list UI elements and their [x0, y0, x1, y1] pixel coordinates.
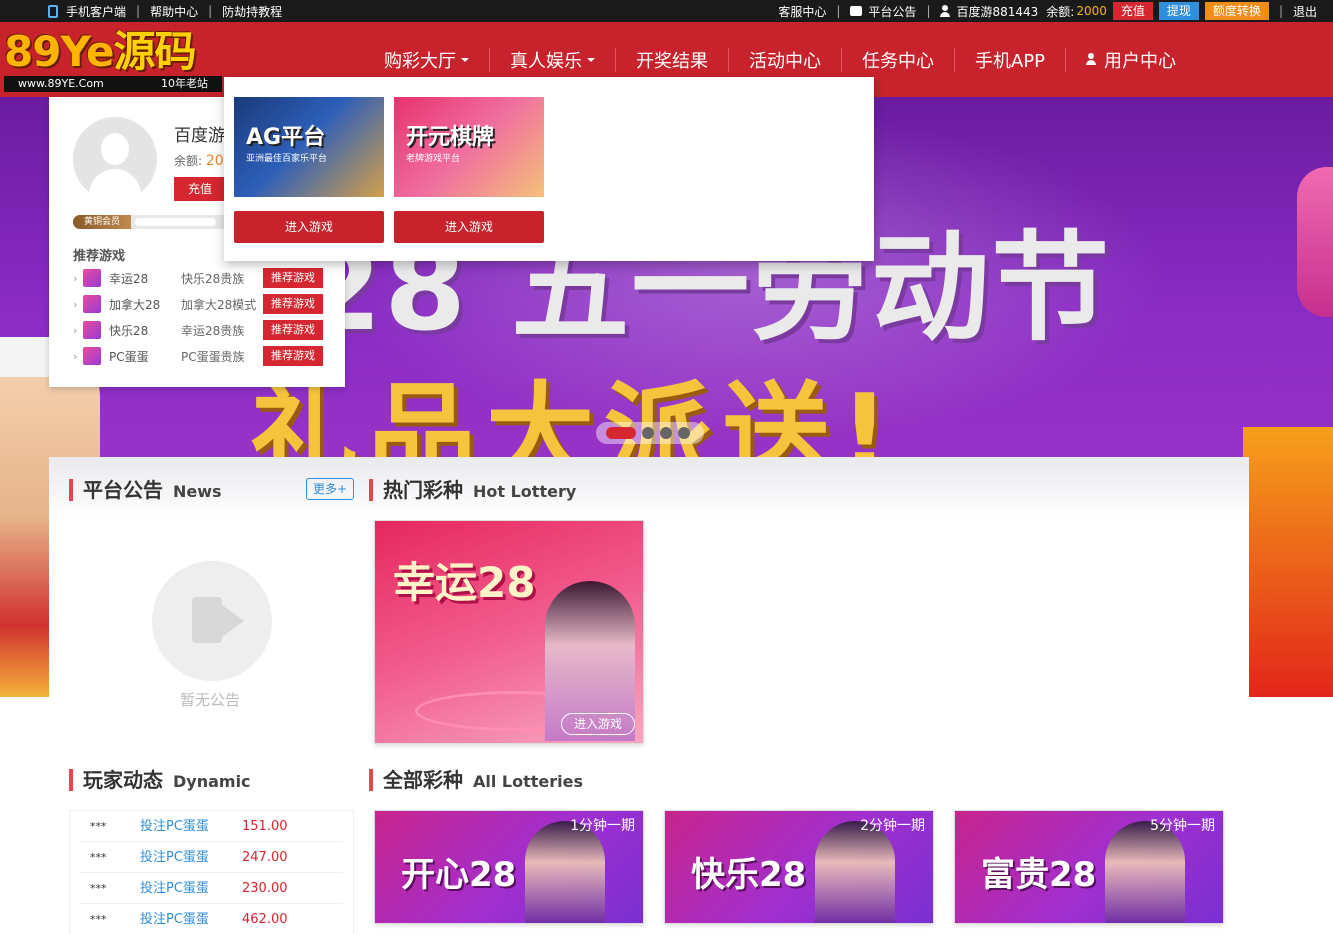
recommend-tag-button[interactable]: 推荐游戏 — [263, 346, 323, 366]
recommend-title: 推荐游戏 — [73, 249, 126, 264]
chevron-right-icon: › — [73, 323, 78, 337]
chevron-right-icon: › — [73, 349, 78, 363]
recharge-button[interactable]: 充值 — [1112, 2, 1153, 20]
bet-action-link[interactable]: 投注PC蛋蛋 — [140, 811, 242, 841]
hot-enter-game-button[interactable]: 进入游戏 — [561, 713, 635, 735]
ag-platform-card: AG平台 亚洲最佳百家乐平台 进入游戏 — [234, 97, 384, 243]
game-thumb — [83, 295, 101, 313]
news-title: 平台公告 News — [69, 479, 222, 501]
news-empty-text: 暂无公告 — [180, 691, 241, 709]
nav-item-3[interactable]: 活动中心 — [728, 47, 841, 72]
carousel-dot[interactable] — [606, 427, 636, 439]
user-icon — [940, 5, 951, 17]
kaiyuan-card: 开元棋牌 老牌游戏平台 进入游戏 — [394, 97, 544, 243]
table-row: *** 投注PC蛋蛋 230.00 — [80, 873, 343, 904]
table-row: *** 投注PC蛋蛋 247.00 — [80, 842, 343, 873]
news-more-button[interactable]: 更多+ — [306, 478, 354, 500]
chevron-right-icon: › — [73, 271, 78, 285]
top-bar: 手机客户端 | 帮助中心 | 防劫持教程 客服中心 | 平台公告 | 百度游88… — [0, 0, 1333, 22]
bet-action-link[interactable]: 投注PC蛋蛋 — [140, 904, 242, 934]
dynamic-list: *** 投注PC蛋蛋 151.00 *** 投注PC蛋蛋 247.00 *** 投注PC蛋蛋 2… — [69, 810, 354, 934]
nav-item-6[interactable]: 用户中心 — [1065, 47, 1196, 72]
mobile-client-link[interactable]: 手机客户端 — [48, 3, 126, 20]
carousel-dot[interactable] — [678, 427, 690, 439]
nav-item-0[interactable]: 购彩大厅 — [364, 48, 489, 72]
character-image — [1105, 821, 1185, 923]
chat-icon — [850, 6, 863, 16]
panel-recharge-button[interactable]: 充值 — [174, 177, 226, 201]
help-center-link[interactable]: 帮助中心 — [150, 3, 198, 20]
megaphone-icon — [152, 561, 272, 681]
list-item[interactable]: › 幸运28 快乐28贵族 推荐游戏 — [73, 265, 323, 291]
username-link[interactable]: 百度游881443 — [940, 3, 1038, 20]
list-item[interactable]: › PC蛋蛋 PC蛋蛋贵族 推荐游戏 — [73, 343, 323, 369]
table-row: *** 投注PC蛋蛋 462.00 — [80, 904, 343, 934]
user-icon — [1086, 52, 1098, 67]
kaiyuan-image[interactable]: 开元棋牌 老牌游戏平台 — [394, 97, 544, 197]
chevron-right-icon: › — [73, 297, 78, 311]
kaiyuan-enter-game-button[interactable]: 进入游戏 — [394, 211, 544, 243]
balance-value: 2000 — [1076, 4, 1107, 18]
nav-item-2[interactable]: 开奖结果 — [615, 47, 728, 72]
announcement-link[interactable]: 平台公告 — [850, 3, 916, 20]
balance-label: 余额: — [1046, 4, 1075, 19]
transfer-button[interactable]: 额度转换 — [1204, 2, 1269, 20]
withdraw-button[interactable]: 提现 — [1158, 2, 1199, 20]
all-lotteries-title: 全部彩种 All Lotteries — [369, 769, 583, 791]
hot-lottery-card[interactable]: 幸运28 进入游戏 — [374, 520, 644, 744]
game-thumb — [83, 321, 101, 339]
phone-icon — [48, 4, 58, 18]
recommend-list: › 幸运28 快乐28贵族 推荐游戏 › 加拿大28 加拿大28模式 推荐游戏 › 快乐28 幸运2… — [73, 265, 323, 369]
game-thumb — [83, 347, 101, 365]
table-row: *** 投注PC蛋蛋 151.00 — [80, 811, 343, 842]
bet-action-link[interactable]: 投注PC蛋蛋 — [140, 842, 242, 872]
lottery-card[interactable]: 1分钟一期 开心28 — [374, 810, 644, 924]
anti-hijack-link[interactable]: 防劫持教程 — [222, 3, 282, 20]
nav-item-1[interactable]: 真人娱乐 — [489, 47, 615, 72]
nav-item-4[interactable]: 任务中心 — [841, 47, 954, 72]
character-image — [815, 821, 895, 923]
lottery-card[interactable]: 5分钟一期 富贵28 — [954, 810, 1224, 924]
bet-action-link[interactable]: 投注PC蛋蛋 — [140, 873, 242, 903]
gift-box-decoration — [1243, 427, 1333, 697]
support-link[interactable]: 客服中心 — [778, 3, 826, 20]
list-item[interactable]: › 加拿大28 加拿大28模式 推荐游戏 — [73, 291, 323, 317]
live-entertainment-dropdown: AG平台 亚洲最佳百家乐平台 进入游戏 开元棋牌 老牌游戏平台 进入游戏 — [224, 77, 874, 261]
game-thumb — [83, 269, 101, 287]
recommend-tag-button[interactable]: 推荐游戏 — [263, 294, 323, 314]
avatar[interactable] — [73, 117, 157, 201]
carousel-dot[interactable] — [660, 427, 672, 439]
vip-badge: 黄铜会员 — [73, 215, 131, 229]
recommend-tag-button[interactable]: 推荐游戏 — [263, 268, 323, 288]
carousel-dot[interactable] — [642, 427, 654, 439]
ag-enter-game-button[interactable]: 进入游戏 — [234, 211, 384, 243]
logout-link[interactable]: 退出 — [1293, 3, 1317, 20]
chevron-down-icon — [461, 57, 469, 62]
chevron-down-icon — [587, 57, 595, 62]
lottery-card[interactable]: 2分钟一期 快乐28 — [664, 810, 934, 924]
character-image — [525, 821, 605, 923]
user-name: 百度游 — [174, 126, 225, 146]
main-content: 平台公告 News 更多+ 暂无公告 热门彩种 Hot Lottery 幸运28… — [49, 457, 1249, 934]
ag-platform-image[interactable]: AG平台 亚洲最佳百家乐平台 — [234, 97, 384, 197]
recommend-tag-button[interactable]: 推荐游戏 — [263, 320, 323, 340]
hot-lottery-title: 热门彩种 Hot Lottery — [369, 479, 576, 501]
nav-item-5[interactable]: 手机APP — [954, 47, 1065, 72]
carousel-dots — [596, 422, 704, 444]
list-item[interactable]: › 快乐28 幸运28贵族 推荐游戏 — [73, 317, 323, 343]
dynamic-title: 玩家动态 Dynamic — [69, 769, 251, 791]
site-logo[interactable]: 89Ye源码 www.89YE.Com 10年老站 — [4, 30, 222, 94]
balloon-decoration — [1297, 167, 1333, 317]
